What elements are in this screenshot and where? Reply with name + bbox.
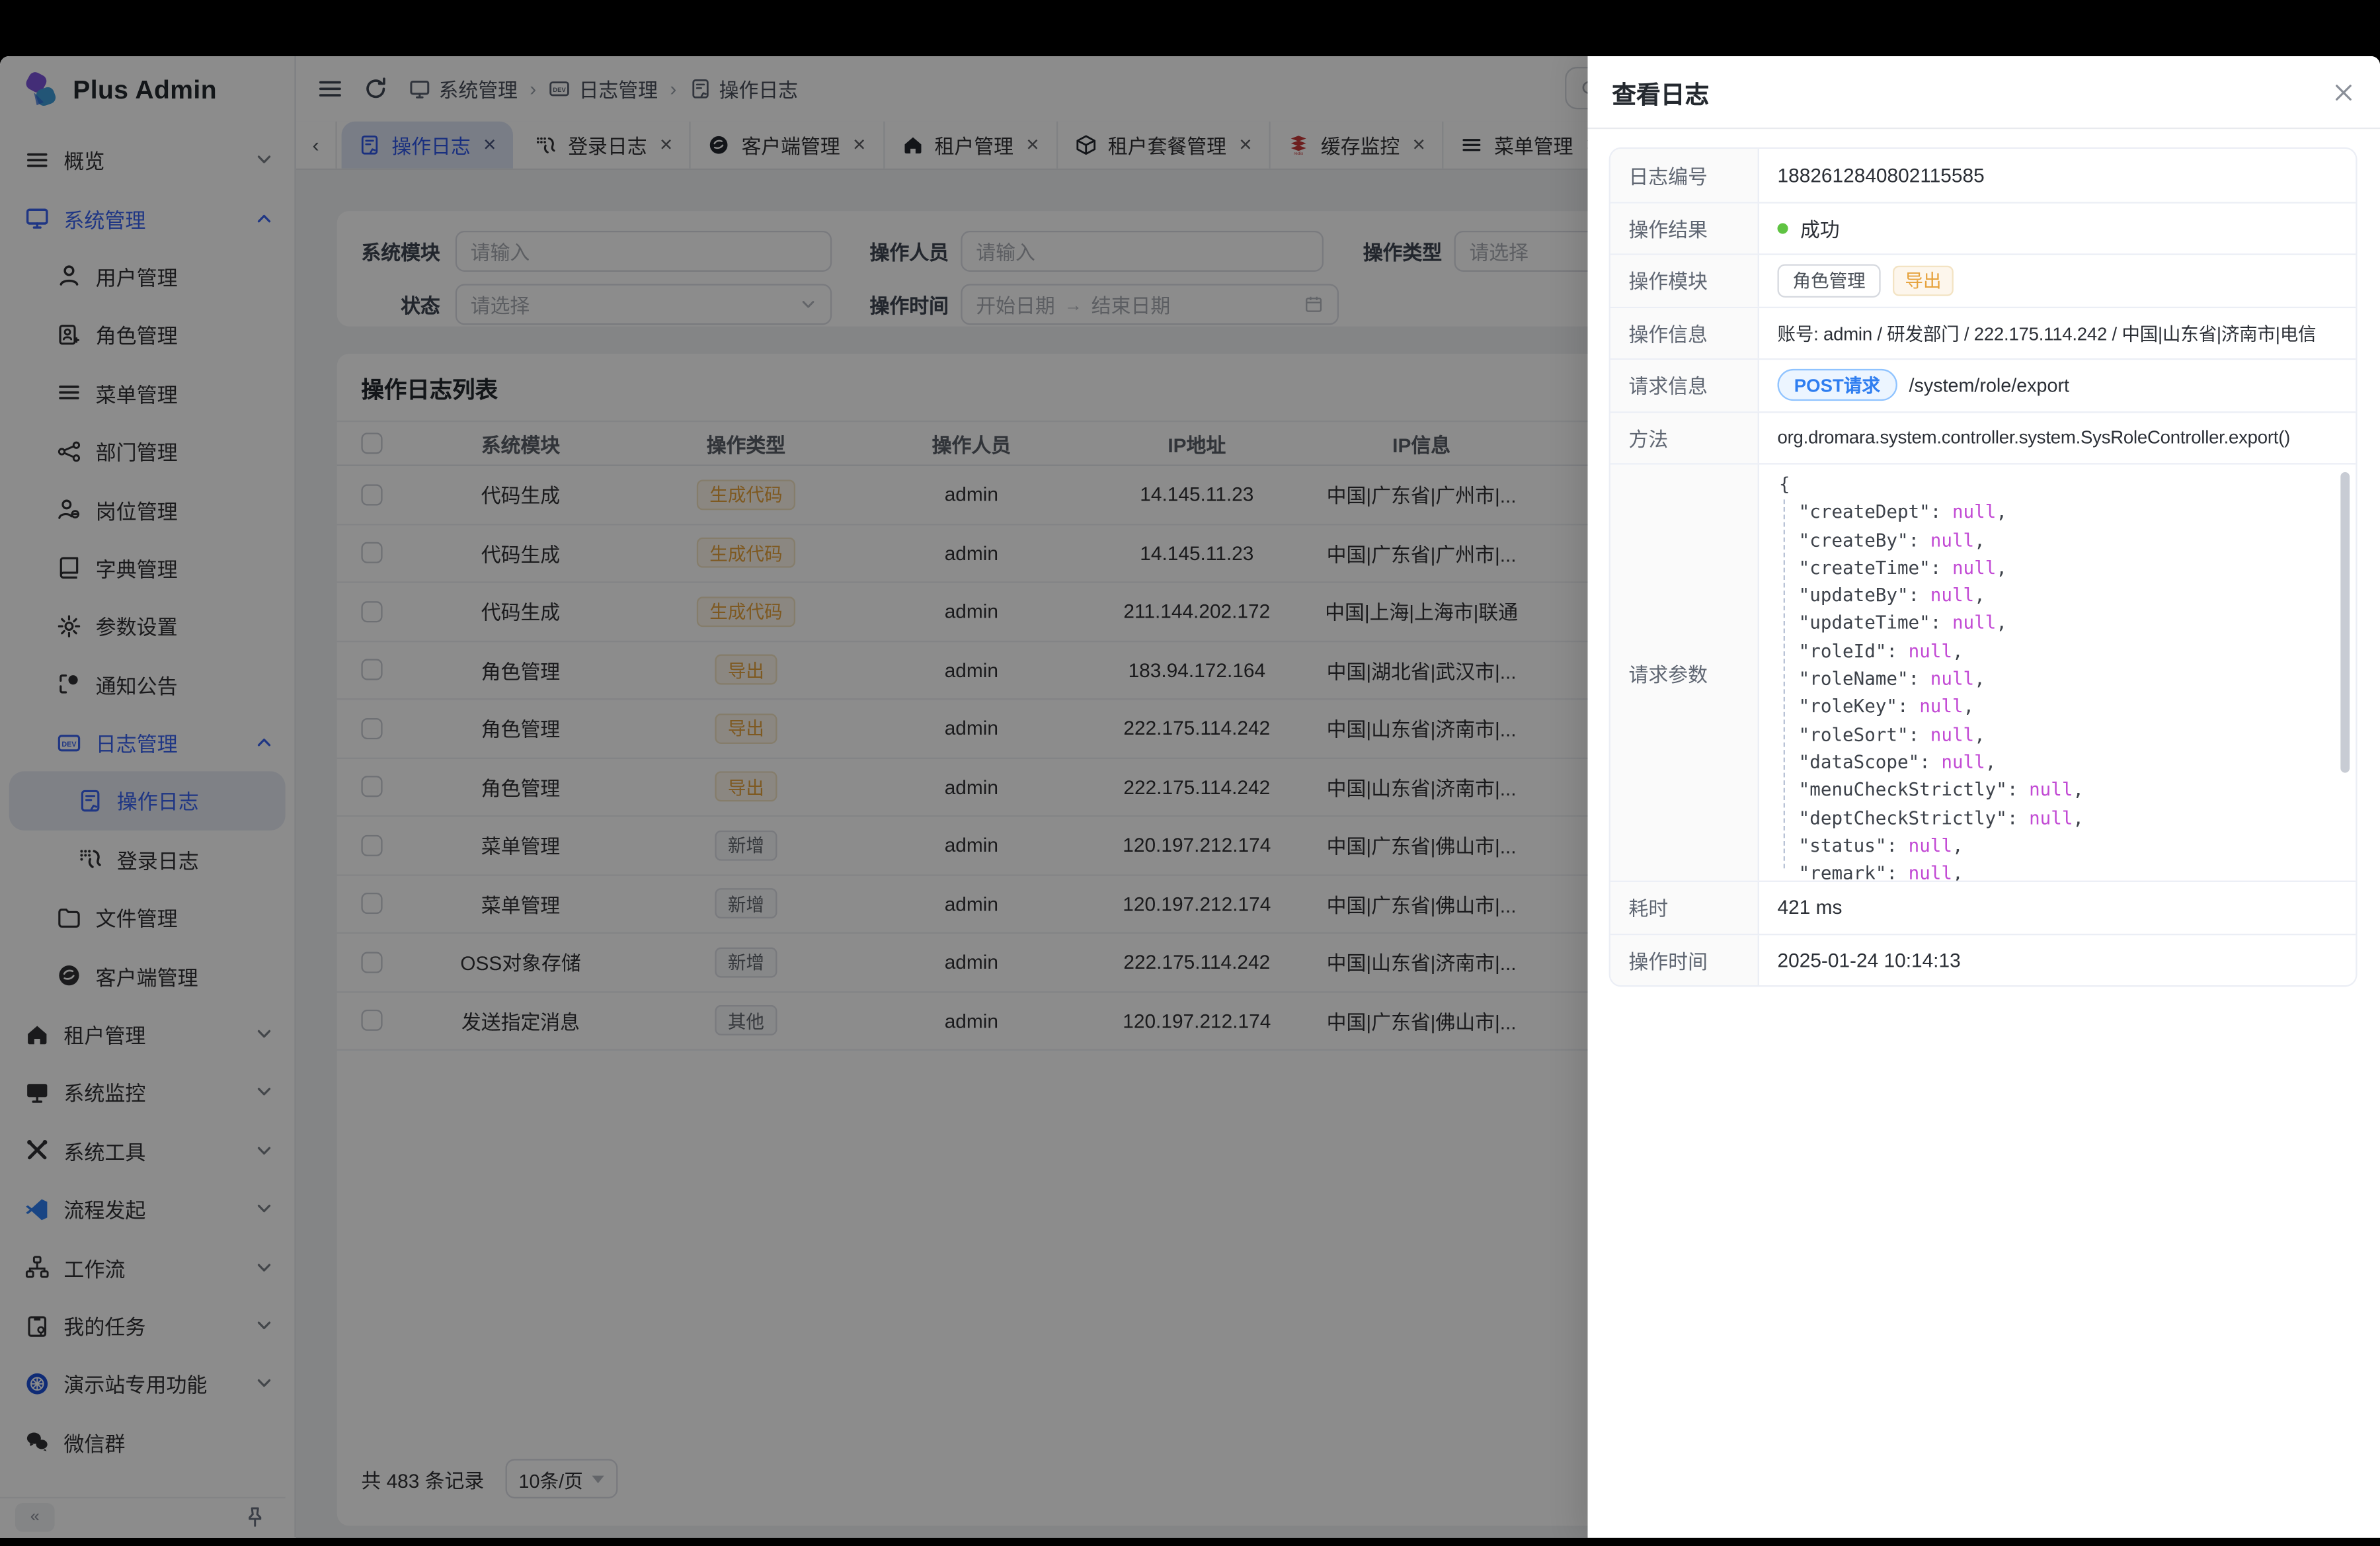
detail-row-request: 请求信息 POST请求 /system/role/export: [1610, 358, 2356, 411]
detail-row-duration: 耗时 421 ms: [1610, 881, 2356, 933]
view-log-drawer: 查看日志 日志编号 1882612840802115585 操作结果 成功 操作…: [1588, 56, 2380, 1538]
result-value: 成功: [1800, 214, 1840, 243]
detail-row-method: 方法 org.dromara.system.controller.system.…: [1610, 411, 2356, 463]
drawer-header: 查看日志: [1588, 56, 2380, 129]
detail-row-info: 操作信息 账号: admin / 研发部门 / 222.175.114.242 …: [1610, 306, 2356, 358]
success-dot-icon: [1778, 223, 1788, 233]
detail-row-result: 操作结果 成功: [1610, 201, 2356, 253]
post-method-badge: POST请求: [1778, 369, 1897, 401]
module-badge: 角色管理: [1778, 264, 1881, 298]
detail-row-log-id: 日志编号 1882612840802115585: [1610, 149, 2356, 201]
log-detail-table: 日志编号 1882612840802115585 操作结果 成功 操作模块 角色…: [1609, 147, 2358, 987]
log-id-value: 1882612840802115585: [1778, 163, 1985, 186]
operation-time-value: 2025-01-24 10:14:13: [1778, 948, 1961, 971]
method-value: org.dromara.system.controller.system.Sys…: [1778, 427, 2291, 448]
detail-row-params: 请求参数 { createDeptnull createBynull creat…: [1610, 463, 2356, 880]
drawer-title: 查看日志: [1612, 73, 1709, 110]
operation-info-value: 账号: admin / 研发部门 / 222.175.114.242 / 中国|…: [1778, 320, 2317, 346]
drawer-overlay-mask[interactable]: [0, 56, 1588, 1538]
detail-row-module: 操作模块 角色管理 导出: [1610, 253, 2356, 305]
request-path-value: /system/role/export: [1909, 375, 2069, 396]
screenshot-stage: Plus Admin 概览 系统管理 用户管理 角色管理: [0, 0, 2380, 1546]
close-icon[interactable]: [2332, 80, 2356, 104]
app-window: Plus Admin 概览 系统管理 用户管理 角色管理: [0, 56, 2380, 1538]
indent-guide: [1784, 499, 1785, 868]
request-params-json[interactable]: { createDeptnull createBynull createTime…: [1759, 465, 2356, 881]
operation-type-badge: 导出: [1893, 265, 1954, 296]
duration-value: 421 ms: [1778, 896, 1843, 918]
detail-row-time: 操作时间 2025-01-24 10:14:13: [1610, 933, 2356, 985]
params-scrollbar[interactable]: [2340, 472, 2350, 773]
